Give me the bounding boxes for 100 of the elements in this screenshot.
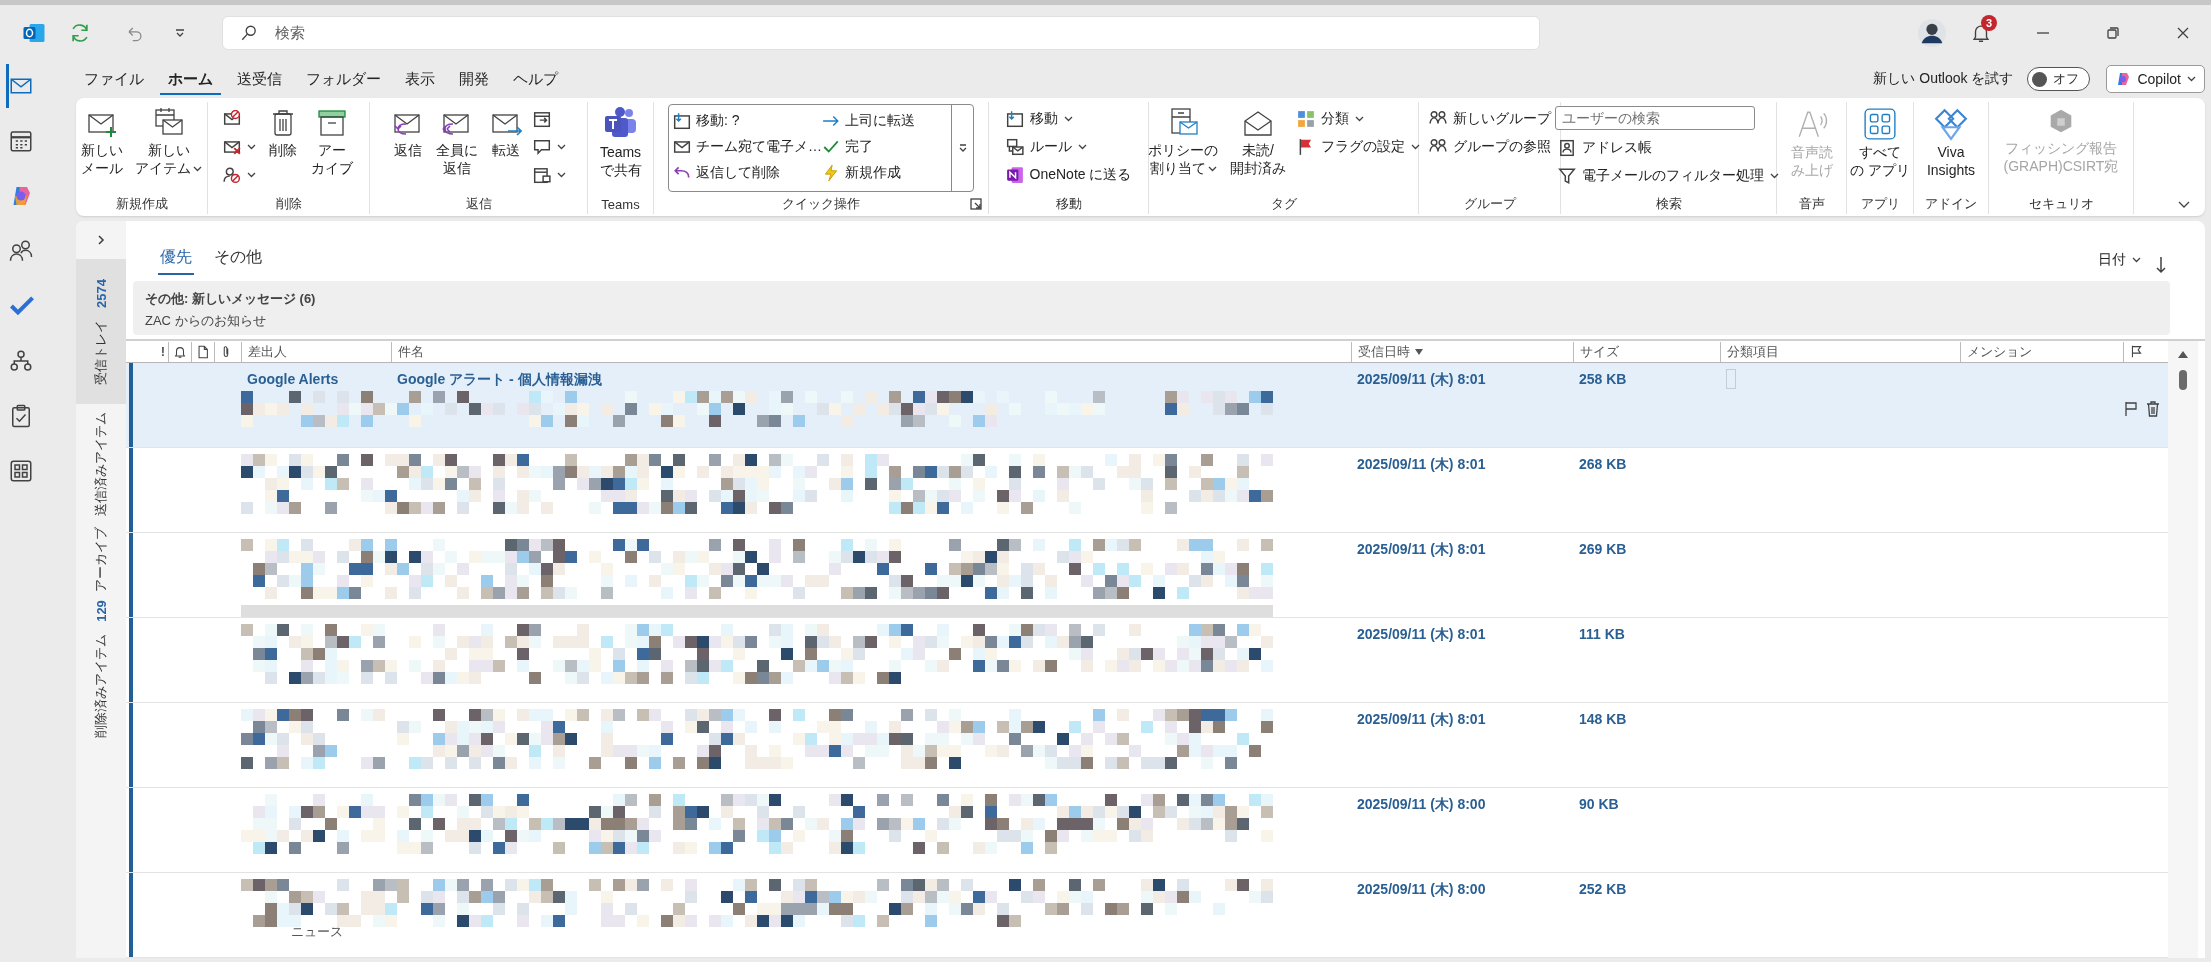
- folder-tab[interactable]: 削除済みアイテム 129: [76, 594, 126, 744]
- menu-tab[interactable]: フォルダー: [298, 63, 389, 95]
- message-size: 258 KB: [1578, 370, 1628, 389]
- message-row[interactable]: 2025/09/11 (木) 8:01 268 KB: [126, 448, 2168, 533]
- menu-tab[interactable]: 送受信: [229, 63, 290, 95]
- ribbon-button[interactable]: 新しいグループ: [1425, 106, 1554, 132]
- menu-tab[interactable]: 表示: [397, 63, 443, 95]
- quick-step-item[interactable]: 移動: ?: [673, 108, 822, 134]
- ribbon-button[interactable]: 新しい アイテム: [131, 104, 206, 181]
- lightning-icon: [822, 164, 840, 182]
- caret-icon: [2132, 257, 2141, 263]
- chevron-down-icon: [2177, 200, 2191, 210]
- ribbon-button[interactable]: 移動: [1002, 106, 1135, 132]
- column-header[interactable]: 受信日時: [1351, 341, 1573, 362]
- group-label: クイック操作: [781, 195, 861, 213]
- quick-step-item[interactable]: 完了: [822, 134, 947, 160]
- notice-banner[interactable]: その他: 新しいメッセージ (6) ZAC からのお知らせ: [133, 281, 2170, 335]
- quick-step-item[interactable]: 上司に転送: [822, 108, 947, 134]
- column-header[interactable]: サイズ: [1573, 341, 1720, 362]
- ribbon-button[interactable]: すべて の アプリ: [1846, 104, 1914, 183]
- ribbon-button[interactable]: Viva Insights: [1922, 104, 1980, 183]
- notification-badge: 3: [1981, 14, 1997, 31]
- notice-title: その他: 新しいメッセージ (6): [145, 290, 317, 308]
- column-header[interactable]: 件名: [391, 341, 1351, 362]
- category-icon: [1297, 110, 1315, 128]
- notice-text: ZAC からのお知らせ: [145, 312, 267, 330]
- message-row[interactable]: 2025/09/11 (木) 8:01 269 KB: [126, 533, 2168, 618]
- chat-icon: [533, 138, 551, 156]
- quick-step-item[interactable]: チーム宛て電子メ…: [673, 134, 822, 160]
- message-row[interactable]: 2025/09/11 (木) 8:01 111 KB: [126, 618, 2168, 703]
- ribbon-button[interactable]: アドレス帳: [1555, 135, 1782, 161]
- minimize-icon: [2037, 31, 2049, 34]
- calendar-icon: [9, 129, 33, 153]
- ribbon-button[interactable]: ルール: [1002, 134, 1135, 160]
- message-subject: Google アラート - 個人情報漏洩: [396, 370, 603, 389]
- column-header[interactable]: 差出人: [241, 341, 391, 362]
- new-outlook-toggle[interactable]: オフ: [2027, 67, 2091, 91]
- group-label: 返信: [464, 195, 493, 213]
- column-header[interactable]: 分類項目: [1720, 341, 1960, 362]
- user-search-field[interactable]: ユーザーの検索: [1555, 106, 1755, 130]
- inbox-tab[interactable]: 優先: [158, 243, 194, 275]
- message-row[interactable]: Google Alerts Google アラート - 個人情報漏洩 2025/09/11 (木) 8:01 258 KB: [126, 363, 2168, 448]
- group-label: 削除: [274, 195, 303, 213]
- ribbon-button[interactable]: Teams で共有: [595, 104, 646, 183]
- copilot-icon: [2115, 71, 2132, 87]
- ribbon-button[interactable]: 返信: [388, 104, 428, 163]
- ribbon-button[interactable]: 全員に 返信: [432, 104, 482, 181]
- message-row[interactable]: 2025/09/11 (木) 8:00 90 KB: [126, 788, 2168, 873]
- avatar-icon: [1917, 17, 1947, 48]
- notifications-button[interactable]: 3: [1961, 12, 2001, 53]
- calendar-dots-icon: [533, 166, 551, 184]
- search-icon: [240, 23, 258, 42]
- menu-tab[interactable]: 開発: [451, 63, 497, 95]
- menu-tab[interactable]: ヘルプ: [505, 63, 566, 95]
- more-caret-icon: [957, 143, 968, 153]
- sort-button[interactable]: 日付: [2098, 251, 2141, 275]
- caret-icon: [1411, 144, 1420, 150]
- quick-step-item[interactable]: 返信して削除: [673, 160, 822, 186]
- inbox-tab[interactable]: その他: [212, 243, 264, 275]
- copilot-button[interactable]: Copilot: [2106, 65, 2205, 93]
- message-row[interactable]: 2025/09/11 (木) 8:01 148 KB: [126, 703, 2168, 788]
- menu-tab[interactable]: ファイル: [76, 63, 152, 95]
- ribbon-button[interactable]: 転送: [486, 104, 526, 163]
- message-row[interactable]: ニュース 2025/09/11 (木) 8:00 252 KB: [126, 873, 2168, 958]
- search-field[interactable]: 検索: [222, 15, 1540, 50]
- message-snippet: ニュース: [290, 923, 344, 941]
- column-header[interactable]: メンション: [1960, 341, 2123, 362]
- message-size: 252 KB: [1578, 880, 1628, 899]
- ribbon-button[interactable]: 分類: [1294, 106, 1423, 132]
- group-label: 音声: [1797, 195, 1826, 213]
- ribbon-button[interactable]: 未読/ 開封済み: [1226, 104, 1290, 181]
- ribbon-button[interactable]: グループの参照: [1425, 134, 1554, 160]
- move-icon: [673, 112, 691, 130]
- ribbon-button[interactable]: OneNote に送る: [1002, 162, 1135, 188]
- group-label: セキュリオ: [2027, 195, 2095, 213]
- message-size: 268 KB: [1578, 455, 1628, 474]
- restore-icon: [2106, 25, 2120, 40]
- menu-tab[interactable]: ホーム: [160, 63, 221, 95]
- message-size: 90 KB: [1578, 795, 1620, 814]
- folder-tab[interactable]: アーカイブ: [76, 524, 126, 594]
- folder-tab[interactable]: 受信トレイ 2574: [76, 259, 126, 404]
- archive-icon: [316, 107, 348, 139]
- ribbon-button[interactable]: アー カイブ: [307, 104, 357, 181]
- importance-header: !: [159, 344, 166, 359]
- folder-tab[interactable]: 送信済みアイテム: [76, 404, 126, 524]
- scroll-up-icon: [2177, 349, 2189, 359]
- group-label: グループ: [1462, 195, 1518, 213]
- folder-name: 削除済みアイテム: [92, 633, 109, 738]
- caret-icon: [557, 144, 566, 150]
- quick-step-item[interactable]: 新規作成: [822, 160, 947, 186]
- unread-count: 129: [93, 600, 109, 622]
- ribbon-button[interactable]: 削除: [263, 104, 303, 163]
- group-label: 検索: [1654, 195, 1683, 213]
- ribbon-button[interactable]: 新しい メール: [77, 104, 127, 181]
- ribbon-button[interactable]: 電子メールのフィルター処理: [1555, 163, 1782, 189]
- contact-card-icon: [1558, 139, 1576, 157]
- ribbon-button[interactable]: ポリシーの 割り当て: [1144, 104, 1222, 181]
- ribbon-button[interactable]: フラグの設定: [1294, 134, 1423, 160]
- group-label: Teams: [601, 196, 640, 212]
- caret-icon: [247, 172, 256, 178]
